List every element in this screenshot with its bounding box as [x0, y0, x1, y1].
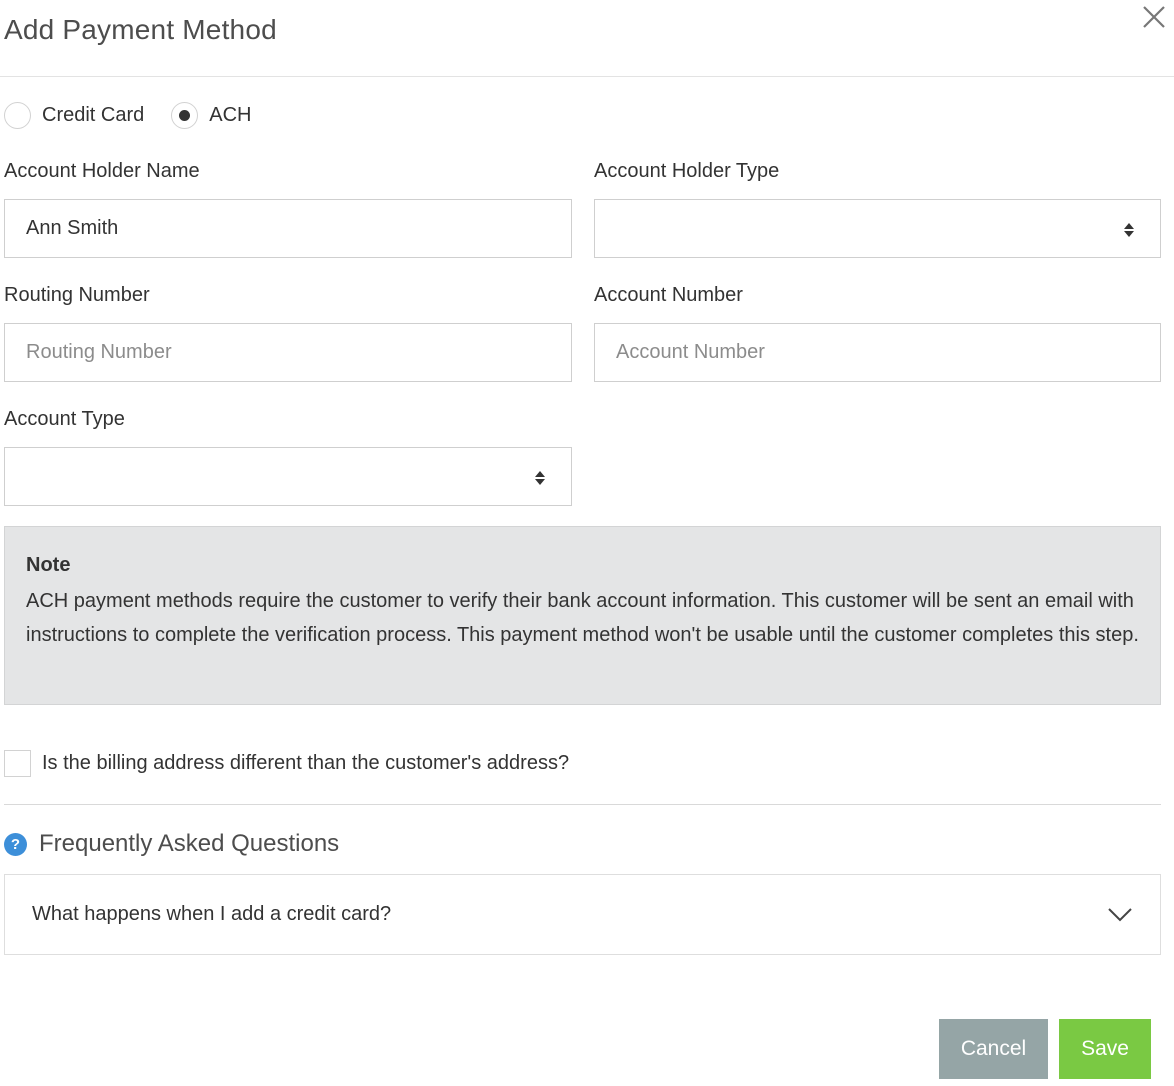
account-type-select[interactable]	[4, 447, 572, 506]
radio-ach-circle[interactable]	[171, 101, 199, 129]
faq-title: Frequently Asked Questions	[39, 830, 340, 857]
radio-credit-card-label: Credit Card	[42, 103, 145, 126]
account-number-input[interactable]	[594, 323, 1161, 382]
section-divider	[4, 804, 1161, 805]
note-title: Note	[26, 554, 71, 576]
header-divider	[0, 76, 1174, 77]
note-text: ACH payment methods require the customer…	[26, 590, 1139, 646]
billing-address-row: Is the billing address different than th…	[4, 750, 569, 777]
ach-note-box: Note ACH payment methods require the cus…	[4, 526, 1161, 705]
account-number-label: Account Number	[594, 284, 743, 306]
billing-address-checkbox[interactable]	[4, 750, 31, 777]
billing-address-label: Is the billing address different than th…	[42, 752, 570, 774]
routing-number-label: Routing Number	[4, 284, 150, 306]
account-type-label: Account Type	[4, 408, 125, 430]
radio-credit-card-circle[interactable]	[4, 101, 31, 129]
faq-item[interactable]: What happens when I add a credit card?	[4, 874, 1161, 955]
close-icon	[1143, 6, 1165, 28]
cancel-button[interactable]: Cancel	[939, 1019, 1048, 1079]
close-button[interactable]	[1139, 2, 1169, 32]
sort-arrows-icon	[1124, 223, 1134, 237]
radio-credit-card[interactable]: Credit Card	[4, 101, 145, 129]
account-holder-type-label: Account Holder Type	[594, 160, 780, 182]
faq-header: ? Frequently Asked Questions	[4, 830, 339, 858]
sort-arrows-icon	[535, 471, 545, 485]
account-holder-type-select[interactable]	[594, 199, 1161, 258]
radio-ach[interactable]: ACH	[171, 101, 252, 129]
chevron-down-icon	[1108, 908, 1132, 922]
radio-ach-label: ACH	[209, 103, 252, 126]
save-button[interactable]: Save	[1059, 1019, 1151, 1079]
account-holder-name-label: Account Holder Name	[4, 160, 200, 182]
payment-type-radio-group: Credit Card ACH	[4, 100, 279, 130]
modal-title: Add Payment Method	[4, 14, 277, 45]
routing-number-input[interactable]	[4, 323, 572, 382]
faq-question: What happens when I add a credit card?	[32, 903, 392, 925]
question-circle-icon: ?	[4, 832, 27, 856]
account-holder-name-input[interactable]	[4, 199, 572, 258]
